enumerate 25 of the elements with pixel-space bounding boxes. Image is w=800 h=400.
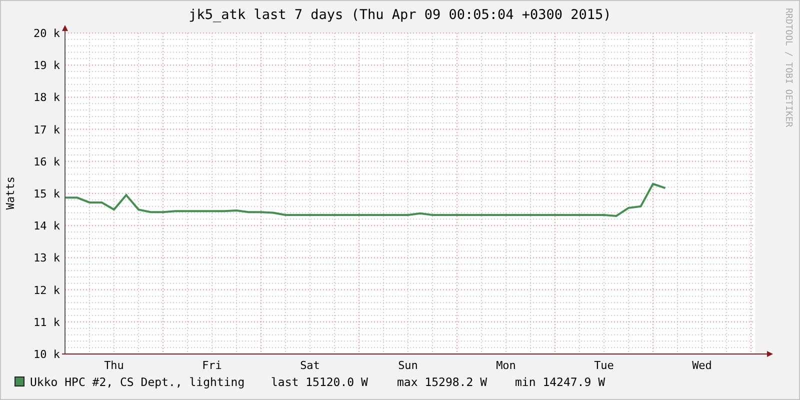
x-tick-label: Thu xyxy=(104,359,124,372)
y-tick-label: 17 k xyxy=(34,123,60,136)
chart-title: jk5_atk last 7 days (Thu Apr 09 00:05:04 +0300 2015) xyxy=(188,7,612,23)
y-tick-label: 18 k xyxy=(34,91,60,104)
x-tick-label: Sat xyxy=(300,359,320,372)
x-tick-label: Mon xyxy=(496,359,516,372)
y-tick-label: 11 k xyxy=(34,316,60,329)
x-tick-label: Sun xyxy=(398,359,418,372)
legend-max-value: max 15298.2 W xyxy=(397,375,488,389)
y-axis-label: Watts xyxy=(4,176,17,210)
y-tick-label: 15 k xyxy=(34,188,60,200)
y-tick-label: 14 k xyxy=(34,220,60,233)
legend-label: Ukko HPC #2, CS Dept., lighting xyxy=(30,375,245,389)
x-tick-label: Tue xyxy=(594,359,614,372)
y-tick-label: 19 k xyxy=(34,59,60,72)
x-tick-label: Wed xyxy=(692,359,712,372)
y-tick-label: 13 k xyxy=(34,252,60,265)
y-tick-label: 20 k xyxy=(34,27,60,40)
legend-min-value: min 14247.9 W xyxy=(515,375,606,389)
y-tick-label: 12 k xyxy=(34,284,60,297)
y-tick-label: 10 k xyxy=(34,348,60,361)
y-tick-label: 16 k xyxy=(34,155,60,168)
watermark-text: RRDTOOL / TOBI OETIKER xyxy=(783,8,793,128)
legend-last-value: last 15120.0 W xyxy=(271,375,368,389)
x-tick-label: Fri xyxy=(202,359,222,372)
